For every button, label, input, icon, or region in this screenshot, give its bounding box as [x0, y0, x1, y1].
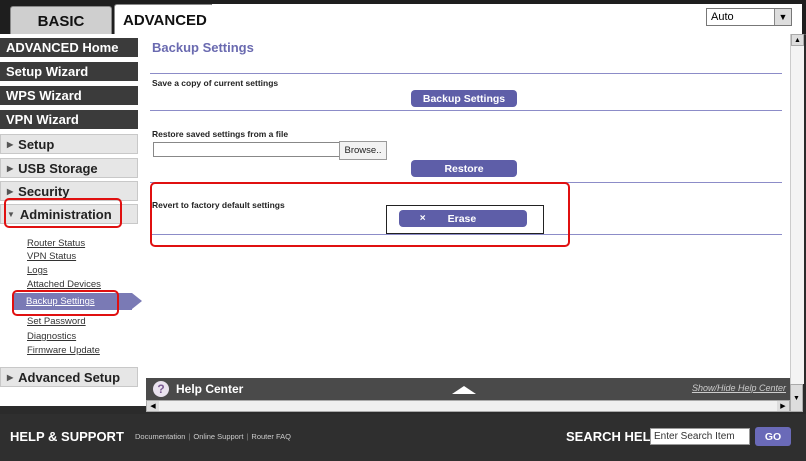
sidebar-item-label: Setup — [18, 136, 55, 152]
highlight-box-backup-settings — [12, 290, 119, 316]
caret-right-icon: ▶ — [7, 139, 14, 149]
footer-link-documentation[interactable]: Documentation — [135, 432, 185, 441]
main-panel: Backup Settings Save a copy of current s… — [146, 34, 790, 384]
footer: HELP & SUPPORT Documentation | Online Supp… — [0, 414, 806, 461]
caret-right-icon: ▶ — [7, 186, 14, 196]
divider — [150, 73, 782, 74]
expand-up-icon[interactable] — [452, 386, 476, 394]
highlight-box-administration — [4, 198, 122, 228]
sidebar-item-advanced-home[interactable]: ADVANCED Home — [0, 38, 138, 59]
vertical-scrollbar[interactable]: ▲ — [790, 34, 804, 384]
scroll-up-icon[interactable]: ▲ — [791, 34, 804, 46]
divider — [150, 110, 782, 111]
active-pointer-arrow — [132, 293, 142, 309]
show-hide-help-link[interactable]: Show/Hide Help Center — [692, 383, 786, 393]
router-admin-window: BASIC ADVANCED Auto ▼ ADVANCED Home Setu… — [0, 0, 806, 461]
sub-link-router-status[interactable]: Router Status — [27, 238, 85, 249]
sub-link-firmware-update[interactable]: Firmware Update — [27, 345, 100, 356]
sub-link-diagnostics[interactable]: Diagnostics — [27, 331, 76, 342]
sidebar-item-label: Advanced Setup — [18, 369, 121, 385]
sub-link-vpn-status[interactable]: VPN Status — [27, 251, 76, 262]
scroll-left-icon[interactable]: ◀ — [147, 401, 159, 411]
sidebar-item-label: Security — [18, 183, 70, 199]
scroll-down-icon[interactable]: ▼ — [790, 384, 803, 412]
page-title: Backup Settings — [152, 40, 254, 55]
chevron-down-icon[interactable]: ▼ — [774, 9, 791, 25]
search-help-label: SEARCH HELP — [566, 429, 660, 444]
sidebar-item-setup-wizard[interactable]: Setup Wizard — [0, 62, 138, 83]
sidebar-item-vpn-wizard[interactable]: VPN Wizard — [0, 110, 138, 131]
tab-advanced[interactable]: ADVANCED — [114, 4, 214, 35]
restore-label: Restore saved settings from a file — [152, 129, 289, 139]
restore-button[interactable]: Restore — [411, 160, 517, 177]
backup-label: Save a copy of current settings — [152, 78, 279, 88]
footer-links: Documentation | Online Support | Router FAQ — [135, 432, 292, 441]
restore-file-input[interactable] — [153, 142, 341, 157]
language-select-value: Auto — [711, 11, 734, 23]
sub-link-set-password[interactable]: Set Password — [27, 316, 86, 327]
help-center-bar[interactable]: ? Help Center Show/Hide Help Center — [146, 378, 790, 400]
caret-right-icon: ▶ — [7, 372, 14, 382]
sub-link-attached-devices[interactable]: Attached Devices — [27, 279, 101, 290]
sidebar-item-wps-wizard[interactable]: WPS Wizard — [0, 86, 138, 107]
language-select[interactable]: Auto ▼ — [706, 8, 792, 26]
footer-title: HELP & SUPPORT — [10, 429, 124, 444]
sidebar-item-advanced-setup[interactable]: ▶ Advanced Setup — [0, 367, 138, 387]
help-center-title: Help Center — [176, 382, 244, 396]
tab-basic[interactable]: BASIC — [10, 6, 112, 35]
scroll-right-icon[interactable]: ▶ — [777, 401, 789, 411]
horizontal-scrollbar[interactable]: ◀ ▶ — [146, 400, 790, 412]
caret-right-icon: ▶ — [7, 163, 14, 173]
question-icon: ? — [153, 381, 169, 397]
sidebar-item-usb-storage[interactable]: ▶ USB Storage — [0, 158, 138, 178]
footer-link-router-faq[interactable]: Router FAQ — [251, 432, 291, 441]
footer-link-online-support[interactable]: Online Support — [193, 432, 243, 441]
sidebar-item-label: USB Storage — [18, 160, 98, 176]
highlight-box-revert — [150, 182, 570, 247]
go-button[interactable]: GO — [755, 427, 791, 446]
sub-link-logs[interactable]: Logs — [27, 265, 48, 276]
browse-button[interactable]: Browse.. — [339, 141, 387, 160]
backup-settings-button[interactable]: Backup Settings — [411, 90, 517, 107]
search-input[interactable]: Enter Search Item — [650, 428, 750, 445]
sidebar-item-setup[interactable]: ▶ Setup — [0, 134, 138, 154]
top-tab-bar: BASIC ADVANCED Auto ▼ — [0, 0, 806, 35]
